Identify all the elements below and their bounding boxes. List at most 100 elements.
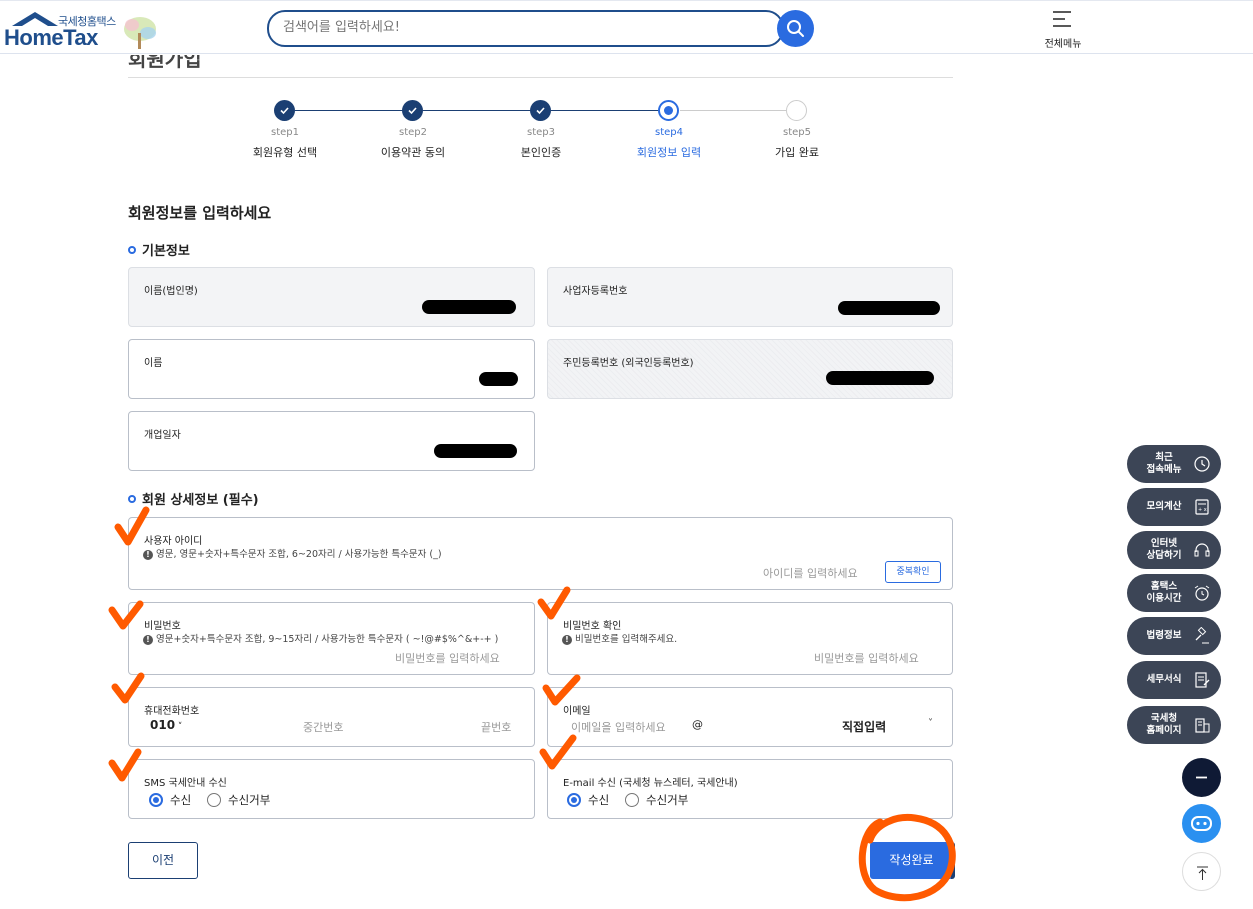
password-field[interactable]: 비밀번호 ! 영문+숫자+특수문자 조합, 9~15자리 / 사용가능한 특수문자… [128,602,535,675]
resident-number-field: 주민등록번호 (외국인등록번호) [547,339,953,399]
section-title: 회원정보를 입력하세요 [128,204,272,222]
redacted-value [422,300,516,314]
collapse-quick-menu-button[interactable] [1182,758,1221,797]
email-id-input[interactable]: 이메일을 입력하세요 [571,719,666,735]
email-label: 이메일 [563,706,591,717]
step-name: 이용약관 동의 [380,146,446,159]
redacted-value [826,371,934,385]
quick-menu-label: 홈택스 이용시간 [1146,581,1182,604]
step-name: 회원유형 선택 [252,146,318,159]
sms-yes-label[interactable]: 수신 [170,792,191,808]
step-name: 회원정보 입력 [636,146,702,159]
email-no-radio[interactable] [625,793,639,807]
quick-menu-nts-home[interactable]: 국세청 홈페이지 [1127,706,1221,744]
user-id-field[interactable]: 사용자 아이디 ! 영문, 영문+숫자+특수문자 조합, 6~20자리 / 사용가… [128,517,953,590]
hometax-logo[interactable]: 국세청홈택스 HomeTax [2,5,162,51]
info-icon: ! [143,635,153,645]
page-title-wrap: 회원가입 [128,55,953,77]
sms-consent-label: SMS 국세안내 수신 [144,778,227,789]
step-number: step4 [655,127,683,138]
email-domain-select[interactable]: 직접입력 [842,718,886,735]
step-check-icon [274,100,295,121]
corp-name-label: 이름(법인명) [144,286,198,297]
name-field[interactable]: 이름 [128,339,535,399]
user-id-input[interactable]: 아이디를 입력하세요 [763,565,858,581]
redacted-value [838,301,940,315]
password-confirm-input[interactable]: 비밀번호를 입력하세요 [814,650,919,666]
business-number-label: 사업자등록번호 [563,286,628,297]
headset-icon [1194,543,1210,557]
phone-last-input[interactable]: 끝번호 [481,719,511,735]
email-yes-radio[interactable] [567,793,581,807]
minus-icon [1196,776,1207,779]
info-icon: ! [143,550,153,560]
chevron-down-icon[interactable]: ˅ [928,718,933,729]
resident-number-label: 주민등록번호 (외국인등록번호) [563,358,694,369]
detail-info-heading: 회원 상세정보 (필수) [128,489,259,508]
building-icon [1195,718,1210,733]
step-pending-icon [786,100,807,121]
arrow-up-icon [1197,866,1208,880]
email-at-sign: @ [692,718,703,731]
quick-menu-recent[interactable]: 최근 접속메뉴 [1127,445,1221,483]
quick-menu-hours[interactable]: 홈택스 이용시간 [1127,574,1221,612]
quick-menu-law[interactable]: 법령정보 [1127,617,1221,655]
search-input[interactable] [283,20,763,35]
quick-menu-calc[interactable]: 모의계산 + x [1127,488,1221,526]
chatbot-icon [1191,816,1212,831]
step-connector [295,110,403,111]
step-current-icon [658,100,679,121]
user-id-hint: ! 영문, 영문+숫자+특수문자 조합, 6~20자리 / 사용가능한 특수문자 … [143,546,442,560]
password-input[interactable]: 비밀번호를 입력하세요 [395,650,500,666]
step-connector [551,110,659,111]
password-label: 비밀번호 [144,621,181,632]
quick-menu-label: 최근 접속메뉴 [1146,452,1182,475]
site-header: 국세청홈택스 HomeTax 전체메뉴 [0,0,1253,54]
redacted-value [479,372,518,386]
sms-no-radio[interactable] [207,793,221,807]
mobile-label: 휴대전화번호 [144,706,200,717]
search-button[interactable] [777,10,814,47]
chatbot-button[interactable] [1182,804,1221,843]
bullet-ring-icon [128,495,136,503]
svg-text:+ x: + x [1198,507,1207,513]
sms-no-label[interactable]: 수신거부 [228,792,270,808]
alarm-icon [1194,585,1210,601]
password-confirm-field[interactable]: 비밀번호 확인 ! 비밀번호를 입력해주세요. 비밀번호를 입력하세요 [547,602,953,675]
page-title: 회원가입 [128,55,202,71]
signup-stepper: step1 회원유형 선택 step2 이용약관 동의 step3 본인인증 s… [230,96,850,166]
email-no-label[interactable]: 수신거부 [646,792,688,808]
step-connector [423,110,531,111]
logo-title: HomeTax [4,25,98,50]
phone-middle-input[interactable]: 중간번호 [303,719,343,735]
form-icon [1195,672,1210,688]
user-id-label: 사용자 아이디 [144,536,203,547]
sms-yes-radio[interactable] [149,793,163,807]
submit-button[interactable]: 작성완료 [870,842,955,879]
search-bar[interactable] [267,10,784,47]
all-menu-button[interactable]: 전체메뉴 [1040,9,1086,50]
step-check-icon [402,100,423,121]
step-number: step5 [783,127,811,138]
open-date-field[interactable]: 개업일자 [128,411,535,471]
phone-prefix-select[interactable]: 010 ˅ [150,718,182,732]
email-yes-label[interactable]: 수신 [588,792,609,808]
password-confirm-label: 비밀번호 확인 [563,621,622,632]
password-hint: ! 영문+숫자+특수문자 조합, 9~15자리 / 사용가능한 특수문자 ( ~!… [143,631,498,645]
email-consent-label: E-mail 수신 (국세청 뉴스레터, 국세안내) [563,778,738,789]
scroll-top-button[interactable] [1182,852,1221,891]
name-label: 이름 [144,358,163,369]
chevron-down-icon: ˅ [175,722,183,732]
duplicate-check-button[interactable]: 중복확인 [885,561,941,583]
prev-button[interactable]: 이전 [128,842,198,879]
open-date-label: 개업일자 [144,430,181,441]
clock-icon [1194,456,1210,472]
step-number: step1 [271,127,299,138]
mobile-field: 휴대전화번호 010 ˅ 중간번호 끝번호 [128,687,535,747]
step-name: 본인인증 [520,146,562,159]
quick-menu-counsel[interactable]: 인터넷 상담하기 [1127,531,1221,569]
calculator-icon: + x [1195,499,1209,515]
quick-menu-label: 세무서식 [1146,674,1182,685]
quick-menu-forms[interactable]: 세무서식 [1127,661,1221,699]
business-number-field: 사업자등록번호 [547,267,953,327]
